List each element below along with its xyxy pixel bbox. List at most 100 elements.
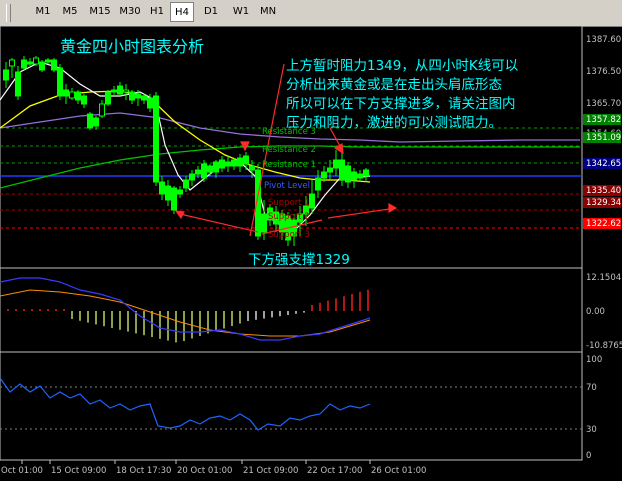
candle-body [207, 165, 213, 173]
timeframe-m30-button[interactable]: M30 [116, 2, 144, 22]
pivot-label: Pivot Level [264, 181, 310, 191]
macd-axis: 12.1504 0.00 -10.8765 [586, 273, 622, 351]
candle-body [147, 97, 153, 109]
candle-body [63, 89, 69, 97]
price-tag-label: 1335.40 [586, 186, 621, 196]
macd-tick: 0.00 [586, 307, 605, 317]
candle-body [321, 171, 327, 179]
timeframe-m15-button[interactable]: M15 [86, 2, 114, 22]
candle-body [345, 165, 351, 183]
price-tag-label: 1357.82 [586, 115, 621, 125]
chart-title: 黄金四小时图表分析 [60, 37, 204, 56]
candle-body [243, 155, 249, 165]
candle-body [177, 189, 183, 195]
resistance-1-label: Resistance 1 [262, 160, 316, 170]
timeframe-d1-button[interactable]: D1 [198, 2, 224, 22]
time-tick-label: 26 Oct 01:00 [371, 466, 426, 476]
time-tick-label: 22 Oct 17:00 [307, 466, 362, 476]
candle-body [327, 167, 333, 173]
candle-body [339, 159, 345, 181]
timeframe-toolbar: M1 M5 M15 M30 H1 H4 D1 W1 MN [0, 0, 622, 27]
analysis-note-line-3: 所以可以在下方支撑进多，请关注图内 [286, 95, 516, 112]
candle-body [111, 89, 117, 93]
candle-body [75, 91, 81, 101]
candle-body [33, 57, 39, 65]
toolbar-grip[interactable] [6, 4, 11, 22]
candle-body [201, 163, 207, 179]
osc-tick: 0 [586, 451, 591, 461]
candle-body [183, 179, 189, 189]
time-tick-label: 20 Oct 01:00 [177, 466, 232, 476]
candle-body [249, 165, 255, 171]
price-tick: 1376.50 [586, 67, 621, 77]
analysis-note-line-4: 压力和阻力，激进的可以测试阻力。 [286, 115, 502, 131]
candle-body [333, 159, 339, 169]
time-tick-label: 21 Oct 09:00 [243, 466, 298, 476]
macd-tick: -10.8765 [586, 341, 622, 351]
candle-body [21, 59, 27, 69]
price-tick: 1387.60 [586, 35, 621, 45]
candle-body [105, 91, 111, 105]
candle-body [153, 95, 159, 183]
candle-body [57, 67, 63, 97]
candle-body [219, 159, 225, 169]
analysis-note-line-1: 上方暂时阻力1349，从四小时K线可以 [286, 58, 519, 74]
osc-tick: 70 [586, 383, 597, 393]
candle-body [117, 85, 123, 95]
timeframe-m1-button[interactable]: M1 [32, 2, 54, 22]
candle-body [261, 213, 267, 233]
price-tag-label: 1342.65 [586, 159, 621, 169]
candle-body [363, 169, 369, 177]
price-tick: 1365.70 [586, 99, 621, 109]
candle-body [225, 161, 231, 167]
candle-body [3, 69, 9, 81]
candle-body [15, 71, 21, 97]
price-tag-label: 1322.62 [586, 219, 621, 229]
candle-body [159, 181, 165, 195]
time-tick-label: Oct 01:00 [1, 466, 43, 476]
time-axis: Oct 01:00 15 Oct 09:00 18 Oct 17:30 20 Oct … [1, 460, 426, 476]
candle-body [99, 103, 105, 117]
candle-body [81, 95, 87, 105]
osc-axis: 100 70 30 0 [586, 355, 602, 461]
timeframe-h1-button[interactable]: H1 [146, 2, 168, 22]
candle-body [141, 95, 147, 101]
candle-body [39, 61, 45, 71]
osc-tick: 100 [586, 355, 602, 365]
candle-body [129, 91, 135, 101]
candle-body [123, 89, 129, 93]
candle-body [51, 59, 57, 71]
candle-body [9, 59, 15, 67]
price-tag-label: 1329.34 [586, 198, 621, 208]
candle-body [45, 59, 51, 63]
macd-pane[interactable] [0, 267, 583, 353]
support-note: 下方强支撑1329 [248, 252, 350, 268]
candle-body [189, 173, 195, 181]
timeframe-w1-button[interactable]: W1 [228, 2, 254, 22]
candle-body [351, 171, 357, 181]
macd-tick: 12.1504 [586, 273, 621, 283]
candle-body [87, 113, 93, 129]
candle-body [27, 61, 33, 65]
candle-body [309, 193, 315, 209]
chart-canvas[interactable]: Resistance 3 Resistance 2 Resistance 1 P… [0, 26, 622, 481]
candle-body [315, 177, 321, 191]
timeframe-h4-button[interactable]: H4 [170, 2, 194, 22]
timeframe-mn-button[interactable]: MN [256, 2, 280, 22]
candle-body [357, 173, 363, 179]
candle-body [237, 157, 243, 167]
candle-body [171, 187, 177, 211]
osc-tick: 30 [586, 425, 597, 435]
time-tick-label: 18 Oct 17:30 [116, 466, 171, 476]
time-tick-label: 15 Oct 09:00 [51, 466, 106, 476]
candle-body [69, 91, 75, 99]
oscillator-pane[interactable] [0, 351, 583, 461]
timeframe-m5-button[interactable]: M5 [58, 2, 82, 22]
support-2-label: Support 2 [268, 212, 310, 222]
candle-body [135, 93, 141, 99]
candle-body [213, 161, 219, 173]
support-1-label: Support 1 [268, 198, 310, 208]
resistance-2-label: Resistance 2 [262, 145, 316, 155]
price-tag-label: 1351.09 [586, 133, 621, 143]
candle-body [195, 169, 201, 175]
